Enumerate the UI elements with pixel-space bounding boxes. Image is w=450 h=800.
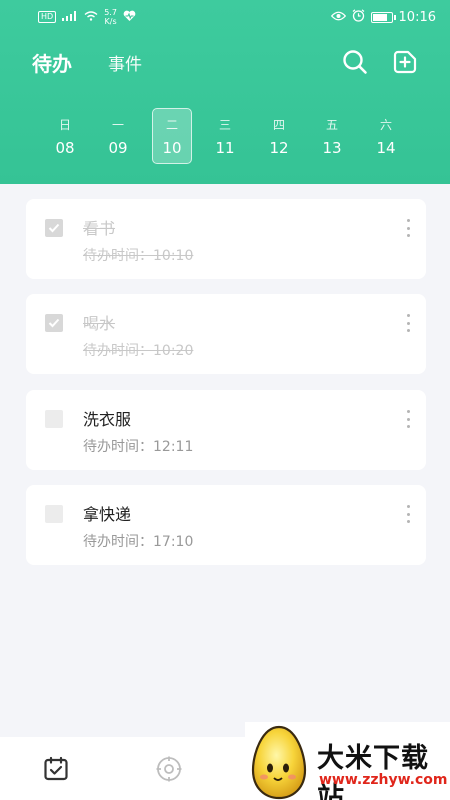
status-left: HD 5.7 K/s [38,8,136,26]
todo-time: 待办时间：17:10 [83,534,194,550]
date-label: 09 [108,138,128,157]
status-right: 10:16 [330,8,436,26]
date-label: 13 [322,138,342,157]
network-speed: 5.7 K/s [104,8,117,26]
search-icon[interactable] [341,48,369,76]
weekday-label: 四 [272,117,285,132]
todo-card[interactable]: 洗衣服 待办时间：12:11 [26,390,426,470]
day-mon[interactable]: 一 09 [98,108,138,164]
app-header: HD 5.7 K/s 10:16 待办 事件 日 08 一 09 二 10 三 … [0,0,450,184]
watermark-title: 大米下载站 [317,743,429,800]
date-label: 11 [215,138,235,157]
top-nav: 待办 事件 [0,40,450,84]
weekday-label: 六 [379,117,392,132]
network-badge: HD [38,11,57,23]
day-wed[interactable]: 三 11 [205,108,245,164]
tab-event[interactable]: 事件 [108,50,142,75]
more-vertical-icon[interactable] [404,505,412,523]
site-watermark: 大米下载站 www.zzhyw.com [245,722,450,800]
weekday-label: 日 [58,117,71,132]
todo-checkbox[interactable] [45,505,63,523]
todo-card[interactable]: 拿快递 待办时间：17:10 [26,485,426,565]
day-thu[interactable]: 四 12 [259,108,299,164]
todo-card[interactable]: 看书 待办时间：10:10 [26,199,426,279]
more-vertical-icon[interactable] [404,219,412,237]
day-tue-selected[interactable]: 二 10 [152,108,192,164]
eye-icon [330,10,346,25]
target-icon[interactable] [155,755,183,783]
day-fri[interactable]: 五 13 [312,108,352,164]
date-label: 14 [376,138,396,157]
signal-icon [62,10,78,24]
todo-time: 待办时间：12:11 [83,439,194,455]
date-label: 08 [55,138,75,157]
heart-monitor-icon [123,10,136,25]
day-sat[interactable]: 六 14 [366,108,406,164]
add-square-icon[interactable] [391,48,419,76]
todo-time: 待办时间：10:20 [83,343,194,359]
todo-checkbox[interactable] [45,314,63,332]
more-vertical-icon[interactable] [404,314,412,332]
todo-title: 洗衣服 [83,410,132,429]
status-time: 10:16 [398,9,436,25]
weekday-label: 一 [111,117,124,132]
weekday-label: 二 [165,117,178,132]
battery-icon [370,11,396,23]
todo-title: 拿快递 [83,505,132,524]
date-label: 10 [162,138,182,157]
egg-mascot-logo [250,724,308,800]
calendar-check-icon[interactable] [42,755,70,783]
date-label: 12 [269,138,289,157]
alarm-icon [352,8,365,26]
todo-card[interactable]: 喝水 待办时间：10:20 [26,294,426,374]
status-bar: HD 5.7 K/s 10:16 [0,0,450,34]
check-icon [48,318,60,328]
todo-title: 看书 [83,219,116,238]
wifi-icon [84,10,98,24]
week-strip: 日 08 一 09 二 10 三 11 四 12 五 13 六 14 [37,108,413,166]
todo-time: 待办时间：10:10 [83,248,194,264]
tab-todo[interactable]: 待办 [32,48,72,77]
day-sun[interactable]: 日 08 [45,108,85,164]
todo-checkbox[interactable] [45,410,63,428]
speed-value: 5.7 [104,8,117,17]
weekday-label: 三 [218,117,231,132]
todo-title: 喝水 [83,314,116,333]
weekday-label: 五 [325,117,338,132]
speed-unit: K/s [104,17,117,26]
check-icon [48,223,60,233]
watermark-url: www.zzhyw.com [319,772,448,788]
todo-checkbox[interactable] [45,219,63,237]
more-vertical-icon[interactable] [404,410,412,428]
